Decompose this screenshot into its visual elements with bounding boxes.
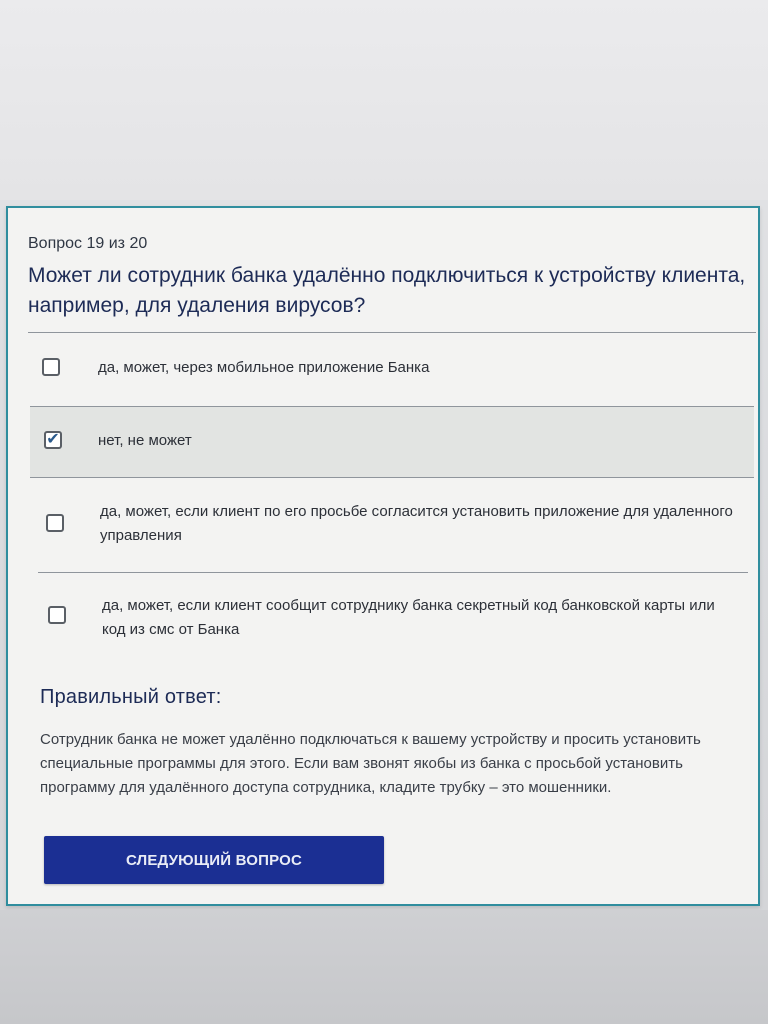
divider [38,572,748,573]
option-2-label: нет, не может [98,432,192,449]
background-top [0,0,768,200]
option-4[interactable]: да, может, если клиент сообщит сотрудник… [30,576,754,666]
correct-answer-title: Правильный ответ: [40,686,222,708]
option-1-label: да, может, через мобильное приложение Ба… [98,359,430,376]
question-counter: Вопрос 19 из 20 [28,235,148,252]
correct-answer-text: Сотрудник банка не может удалённо подклю… [40,731,701,796]
quiz-card: Вопрос 19 из 20 Может ли сотрудник банка… [6,206,760,906]
divider [28,332,756,333]
next-question-button[interactable]: СЛЕДУЮЩИЙ ВОПРОС [44,836,384,884]
option-2[interactable]: ✔ нет, не может [30,407,754,477]
checkbox-option-3[interactable] [46,514,64,532]
question-text: Может ли сотрудник банка удалённо подклю… [28,264,746,317]
checkmark-icon: ✔ [46,431,60,448]
checkbox-option-4[interactable] [48,606,66,624]
checkbox-option-1[interactable] [42,358,60,376]
option-3[interactable]: да, может, если клиент по его просьбе со… [30,480,754,568]
checkbox-option-2[interactable]: ✔ [44,431,62,449]
divider [30,477,754,478]
option-4-label: да, может, если клиент сообщит сотрудник… [102,597,715,638]
background-bottom [0,910,768,1024]
option-1[interactable]: да, может, через мобильное приложение Ба… [30,336,754,404]
option-3-label: да, может, если клиент по его просьбе со… [100,503,733,544]
